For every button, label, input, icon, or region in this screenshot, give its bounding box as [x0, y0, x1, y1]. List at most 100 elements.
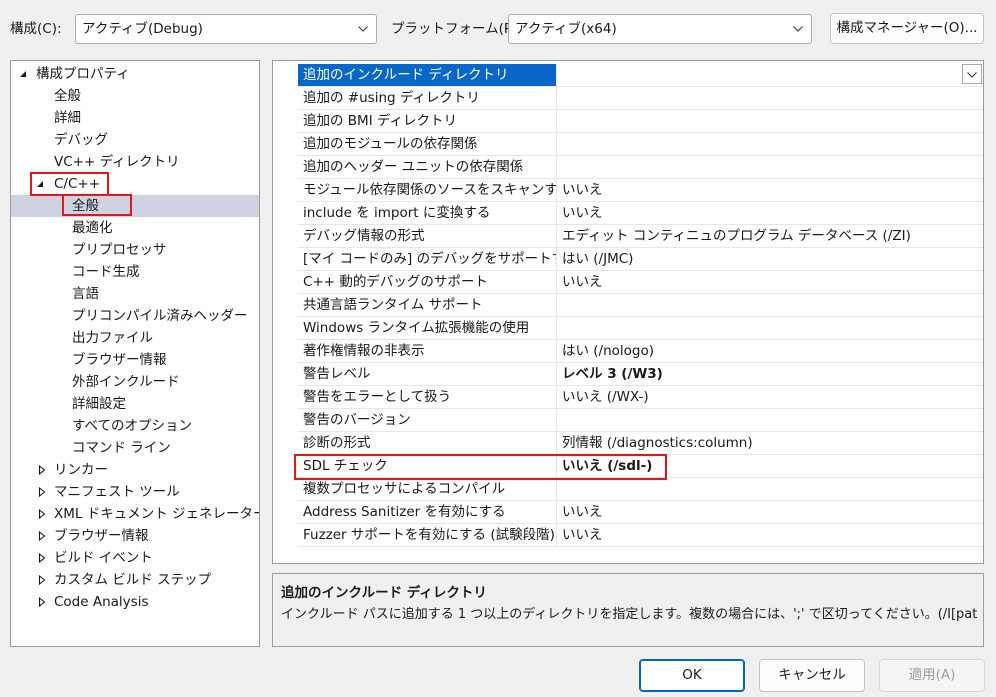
property-value[interactable]: いいえ [558, 524, 958, 546]
tree-item-precompiled-headers[interactable]: プリコンパイル済みヘッダー [11, 305, 259, 327]
configuration-manager-button[interactable]: 構成マネージャー(O)... [830, 13, 984, 44]
tree-item-label: カスタム ビルド ステップ [54, 572, 212, 588]
grid-row[interactable]: 追加の BMI ディレクトリ [298, 110, 983, 133]
property-name: 追加のインクルード ディレクトリ [298, 64, 557, 86]
grid-row[interactable]: 著作権情報の非表示 はい (/nologo) [298, 340, 983, 363]
tree-item-label: 構成プロパティ [36, 66, 130, 82]
tree-item-browse-information-root[interactable]: ブラウザー情報 [11, 525, 259, 547]
property-value[interactable] [558, 294, 958, 316]
property-value[interactable]: いいえ [558, 179, 958, 201]
expanded-arrow-icon[interactable] [34, 173, 46, 195]
grid-row[interactable]: Fuzzer サポートを有効にする (試験段階) いいえ [298, 524, 983, 547]
grid-row[interactable]: 共通言語ランタイム サポート [298, 294, 983, 317]
property-name: 診断の形式 [298, 432, 557, 454]
tree-item-c-cpp[interactable]: C/C++ [11, 173, 259, 195]
tree-item-label: 出力ファイル [72, 330, 153, 346]
grid-row[interactable]: 追加の #using ディレクトリ [298, 87, 983, 110]
tree-item-command-line[interactable]: コマンド ライン [11, 437, 259, 459]
collapsed-arrow-icon[interactable] [36, 503, 48, 525]
grid-row[interactable]: Address Sanitizer を有効にする いいえ [298, 501, 983, 524]
ok-button[interactable]: OK [639, 659, 745, 692]
grid-row[interactable]: デバッグ情報の形式 エディット コンティニュのプログラム データベース (/ZI… [298, 225, 983, 248]
property-value[interactable]: エディット コンティニュのプログラム データベース (/ZI) [558, 225, 958, 247]
grid-row[interactable]: Windows ランタイム拡張機能の使用 [298, 317, 983, 340]
grid-row-sdl-check[interactable]: SDL チェック いいえ (/sdl-) [298, 455, 983, 478]
tree-item-configuration-properties[interactable]: 構成プロパティ [11, 63, 259, 85]
tree-item-custom-build-step[interactable]: カスタム ビルド ステップ [11, 569, 259, 591]
tree-item-advanced[interactable]: 詳細 [11, 107, 259, 129]
apply-button[interactable]: 適用(A) [879, 659, 985, 692]
grid-row[interactable]: 複数プロセッサによるコンパイル [298, 478, 983, 501]
tree-item-c-cpp-general[interactable]: 全般 [11, 195, 259, 217]
property-value[interactable]: いいえ (/WX-) [558, 386, 958, 408]
property-value[interactable]: はい (/nologo) [558, 340, 958, 362]
cancel-button[interactable]: キャンセル [759, 659, 865, 692]
grid-row[interactable]: 警告をエラーとして扱う いいえ (/WX-) [298, 386, 983, 409]
property-value[interactable] [558, 110, 958, 132]
property-name: 著作権情報の非表示 [298, 340, 557, 362]
property-value[interactable]: レベル 3 (/W3) [558, 363, 958, 385]
property-name: 警告レベル [298, 363, 557, 385]
tree-item-code-generation[interactable]: コード生成 [11, 261, 259, 283]
collapsed-arrow-icon[interactable] [36, 569, 48, 591]
tree-item-label: ブラウザー情報 [54, 528, 149, 544]
tree-item-linker[interactable]: リンカー [11, 459, 259, 481]
tree-item-preprocessor[interactable]: プリプロセッサ [11, 239, 259, 261]
property-value[interactable] [558, 156, 958, 178]
platform-label: プラットフォーム(P): [391, 21, 522, 37]
collapsed-arrow-icon[interactable] [36, 591, 48, 613]
grid-row[interactable]: include を import に変換する いいえ [298, 202, 983, 225]
tree-item-general[interactable]: 全般 [11, 85, 259, 107]
property-value[interactable] [558, 409, 958, 431]
property-grid[interactable]: 追加のインクルード ディレクトリ 追加の #using ディレクトリ 追加の B… [272, 60, 984, 564]
grid-row[interactable]: 警告のバージョン [298, 409, 983, 432]
grid-row[interactable]: 追加のモジュールの依存関係 [298, 133, 983, 156]
tree-item-debugging[interactable]: デバッグ [11, 129, 259, 151]
config-select[interactable]: アクティブ(Debug) [75, 14, 377, 44]
property-name: デバッグ情報の形式 [298, 225, 557, 247]
property-name: C++ 動的デバッグのサポート [298, 271, 557, 293]
grid-row[interactable]: [マイ コードのみ] のデバッグをサポートする はい (/JMC) [298, 248, 983, 271]
grid-row-additional-include-directories[interactable]: 追加のインクルード ディレクトリ [298, 64, 983, 87]
tree-item-optimization[interactable]: 最適化 [11, 217, 259, 239]
collapsed-arrow-icon[interactable] [36, 481, 48, 503]
collapsed-arrow-icon[interactable] [36, 459, 48, 481]
grid-row[interactable]: モジュール依存関係のソースをスキャンする いいえ [298, 179, 983, 202]
property-value[interactable]: いいえ (/sdl-) [558, 455, 958, 477]
property-value[interactable] [558, 87, 958, 109]
property-value[interactable]: 列情報 (/diagnostics:column) [558, 432, 958, 454]
chevron-down-icon [357, 15, 369, 43]
tree-item-manifest-tool[interactable]: マニフェスト ツール [11, 481, 259, 503]
tree-item-code-analysis[interactable]: Code Analysis [11, 591, 259, 613]
expanded-arrow-icon[interactable] [17, 63, 29, 85]
property-tree[interactable]: 構成プロパティ 全般 詳細 デバッグ VC++ ディレクトリ C/C++ 全般 … [10, 60, 260, 647]
value-dropdown-button[interactable] [962, 64, 982, 84]
platform-select[interactable]: アクティブ(x64) [508, 14, 812, 44]
tree-item-external-includes[interactable]: 外部インクルード [11, 371, 259, 393]
tree-item-label: ブラウザー情報 [72, 352, 167, 368]
property-value[interactable]: いいえ [558, 501, 958, 523]
tree-item-language[interactable]: 言語 [11, 283, 259, 305]
tree-item-label: 言語 [72, 286, 99, 302]
tree-item-xml-document-generator[interactable]: XML ドキュメント ジェネレーター [11, 503, 259, 525]
tree-item-output-files[interactable]: 出力ファイル [11, 327, 259, 349]
property-value[interactable] [558, 64, 958, 86]
property-value[interactable] [558, 317, 958, 339]
property-name: include を import に変換する [298, 202, 557, 224]
grid-row[interactable]: 診断の形式 列情報 (/diagnostics:column) [298, 432, 983, 455]
property-value[interactable] [558, 133, 958, 155]
tree-item-all-options[interactable]: すべてのオプション [11, 415, 259, 437]
tree-item-advanced-settings[interactable]: 詳細設定 [11, 393, 259, 415]
property-value[interactable]: いいえ [558, 271, 958, 293]
grid-row[interactable]: C++ 動的デバッグのサポート いいえ [298, 271, 983, 294]
tree-item-vc-directories[interactable]: VC++ ディレクトリ [11, 151, 259, 173]
grid-row[interactable]: 追加のヘッダー ユニットの依存関係 [298, 156, 983, 179]
tree-item-browse-information[interactable]: ブラウザー情報 [11, 349, 259, 371]
collapsed-arrow-icon[interactable] [36, 547, 48, 569]
property-value[interactable] [558, 478, 958, 500]
property-value[interactable]: はい (/JMC) [558, 248, 958, 270]
property-value[interactable]: いいえ [558, 202, 958, 224]
grid-row[interactable]: 警告レベル レベル 3 (/W3) [298, 363, 983, 386]
collapsed-arrow-icon[interactable] [36, 525, 48, 547]
tree-item-build-events[interactable]: ビルド イベント [11, 547, 259, 569]
